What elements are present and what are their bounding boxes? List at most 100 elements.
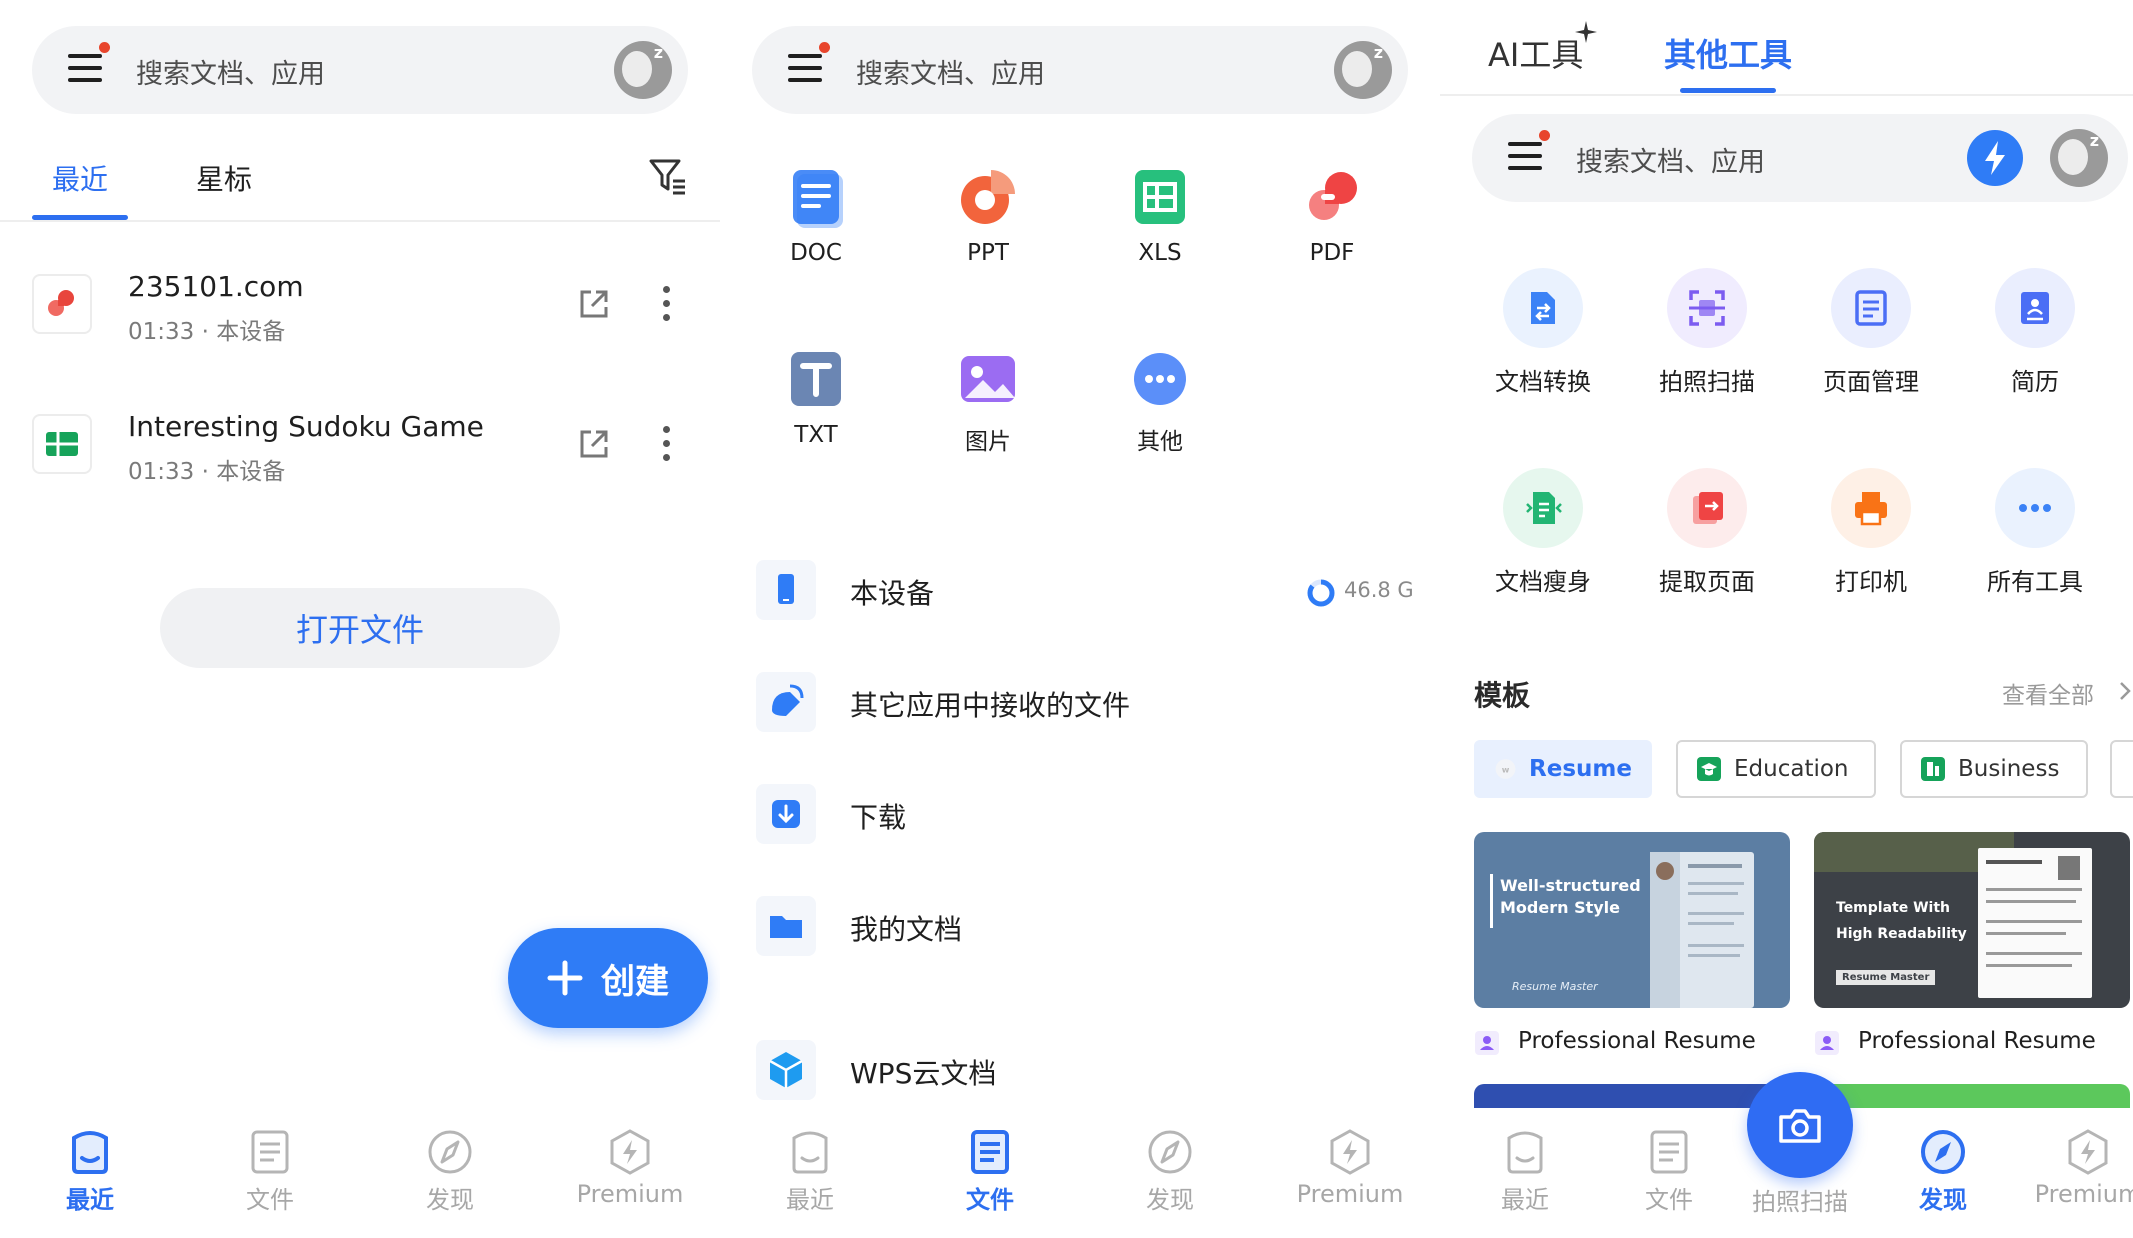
preview-line <box>1986 860 2042 864</box>
more-options-icon[interactable] <box>662 286 670 322</box>
chip-business[interactable]: Business <box>1900 740 2088 798</box>
list-item[interactable]: Interesting Sudoku Game 01:33 · 本设备 <box>0 390 720 500</box>
preview-line <box>1986 952 2082 955</box>
sparkle-icon <box>1575 21 1597 43</box>
location-download[interactable]: 下载 <box>720 780 1440 850</box>
nav-discover[interactable]: 发现 <box>1105 1128 1235 1218</box>
nav-recent[interactable]: 最近 <box>1460 1128 1590 1218</box>
lightning-icon[interactable] <box>1966 129 2024 187</box>
type-pdf[interactable]: PDF <box>1272 164 1392 266</box>
search-bar[interactable]: 搜索文档、应用 <box>752 26 1408 114</box>
list-item[interactable]: 235101.com 01:33 · 本设备 <box>0 250 720 360</box>
more-options-icon[interactable] <box>662 426 670 462</box>
file-meta: 01:33 · 本设备 <box>128 459 286 485</box>
tool-slim[interactable]: 文档瘦身 <box>1478 468 1608 597</box>
nav-premium[interactable]: Premium <box>565 1128 695 1218</box>
card-caption: Professional Resume <box>1858 1028 2096 1054</box>
tab-other-tools[interactable]: 其他工具 <box>1664 30 1792 76</box>
see-all-link[interactable]: 查看全部 <box>2002 676 2094 710</box>
recent-screen: 搜索文档、应用 最近 星标 235101.com 01:33 · 本设备 Int… <box>0 0 720 1238</box>
scan-icon <box>1689 290 1725 326</box>
location-label: 其它应用中接收的文件 <box>850 689 1131 722</box>
tool-printer[interactable]: 打印机 <box>1806 468 1936 597</box>
open-file-button[interactable]: 打开文件 <box>160 588 560 668</box>
nav-scan[interactable]: 拍照扫描 <box>1735 1128 1865 1218</box>
type-doc[interactable]: DOC <box>756 164 876 266</box>
resume-preview <box>1650 852 1754 1008</box>
files-nav-icon <box>971 1130 1009 1174</box>
type-xls[interactable]: XLS <box>1100 164 1220 266</box>
image-icon <box>961 356 1015 402</box>
received-icon <box>756 672 816 732</box>
avatar[interactable] <box>2050 129 2108 187</box>
nav-files[interactable]: 文件 <box>205 1128 335 1218</box>
tab-starred[interactable]: 星标 <box>196 158 252 198</box>
lightning-icon <box>610 1129 650 1175</box>
card-headline: Modern Style <box>1500 898 1621 917</box>
tool-all[interactable]: 所有工具 <box>1970 468 2100 597</box>
compass-icon <box>1921 1130 1965 1174</box>
chip-more[interactable] <box>2110 740 2133 798</box>
menu-icon[interactable] <box>68 42 110 82</box>
nav-discover[interactable]: 发现 <box>1878 1128 2008 1218</box>
nav-discover[interactable]: 发现 <box>385 1128 515 1218</box>
tool-convert[interactable]: 文档转换 <box>1478 268 1608 397</box>
card-headline: Template With <box>1836 900 1951 916</box>
nav-files[interactable]: 文件 <box>1604 1128 1734 1218</box>
tool-resume[interactable]: 简历 <box>1970 268 2100 397</box>
type-ppt[interactable]: PPT <box>928 164 1048 266</box>
chip-resume[interactable]: w Resume <box>1474 740 1652 798</box>
type-other[interactable]: 其他 <box>1100 346 1220 456</box>
nav-recent[interactable]: 最近 <box>745 1128 875 1218</box>
type-image[interactable]: 图片 <box>928 346 1048 456</box>
create-button[interactable]: 创建 <box>508 928 708 1028</box>
convert-icon <box>1531 292 1555 324</box>
chevron-right-icon[interactable] <box>2118 680 2132 702</box>
nav-premium[interactable]: Premium <box>2023 1128 2133 1218</box>
location-label: WPS云文档 <box>850 1057 997 1090</box>
nav-files[interactable]: 文件 <box>925 1128 1055 1218</box>
divider <box>1440 94 2133 96</box>
location-device[interactable]: 本设备 46.8 G <box>720 556 1440 626</box>
tool-scan[interactable]: 拍照扫描 <box>1642 268 1772 397</box>
location-wps-cloud[interactable]: WPS云文档 <box>720 1036 1440 1106</box>
tab-ai-tools[interactable]: AI工具 <box>1488 30 1583 76</box>
svg-text:w: w <box>1502 764 1510 774</box>
more-icon <box>1134 353 1186 405</box>
files-screen: 搜索文档、应用 DOC PPT XLS PDF TXT 图片 其他 本设备 46… <box>720 0 1440 1238</box>
location-received[interactable]: 其它应用中接收的文件 <box>720 668 1440 738</box>
tool-extract[interactable]: 提取页面 <box>1642 468 1772 597</box>
menu-icon[interactable] <box>1508 130 1550 170</box>
preview-line <box>1986 920 2082 923</box>
preview-line <box>1986 900 2076 903</box>
menu-icon[interactable] <box>788 42 830 82</box>
search-bar[interactable]: 搜索文档、应用 <box>32 26 688 114</box>
preview-line <box>1986 964 2072 967</box>
slim-icon <box>1526 492 1562 524</box>
more-icon <box>2019 504 2051 512</box>
search-placeholder: 搜索文档、应用 <box>856 59 1045 90</box>
template-card[interactable]: Well-structured Modern Style Resume Mast… <box>1474 832 1790 1008</box>
open-external-icon[interactable] <box>578 288 610 320</box>
xls-icon <box>1135 170 1185 224</box>
open-external-icon[interactable] <box>578 428 610 460</box>
type-txt[interactable]: TXT <box>756 346 876 448</box>
ppt-icon <box>961 170 1015 224</box>
avatar[interactable] <box>614 41 672 99</box>
chip-education[interactable]: Education <box>1676 740 1876 798</box>
filter-icon[interactable] <box>648 157 688 197</box>
recent-nav-icon <box>72 1131 108 1174</box>
search-bar[interactable]: 搜索文档、应用 <box>1472 114 2128 202</box>
business-icon <box>1921 757 1945 781</box>
nav-recent[interactable]: 最近 <box>25 1128 155 1218</box>
location-my-docs[interactable]: 我的文档 <box>720 892 1440 962</box>
nav-premium[interactable]: Premium <box>1285 1128 1415 1218</box>
tab-recent[interactable]: 最近 <box>52 158 108 198</box>
avatar[interactable] <box>1334 41 1392 99</box>
template-card[interactable]: Template With High Readability Resume Ma… <box>1814 832 2130 1008</box>
page-manage-icon <box>1855 290 1887 326</box>
divider <box>0 220 720 222</box>
tool-page-manage[interactable]: 页面管理 <box>1806 268 1936 397</box>
recent-nav-icon <box>1507 1131 1543 1174</box>
printer-icon <box>1855 492 1887 526</box>
